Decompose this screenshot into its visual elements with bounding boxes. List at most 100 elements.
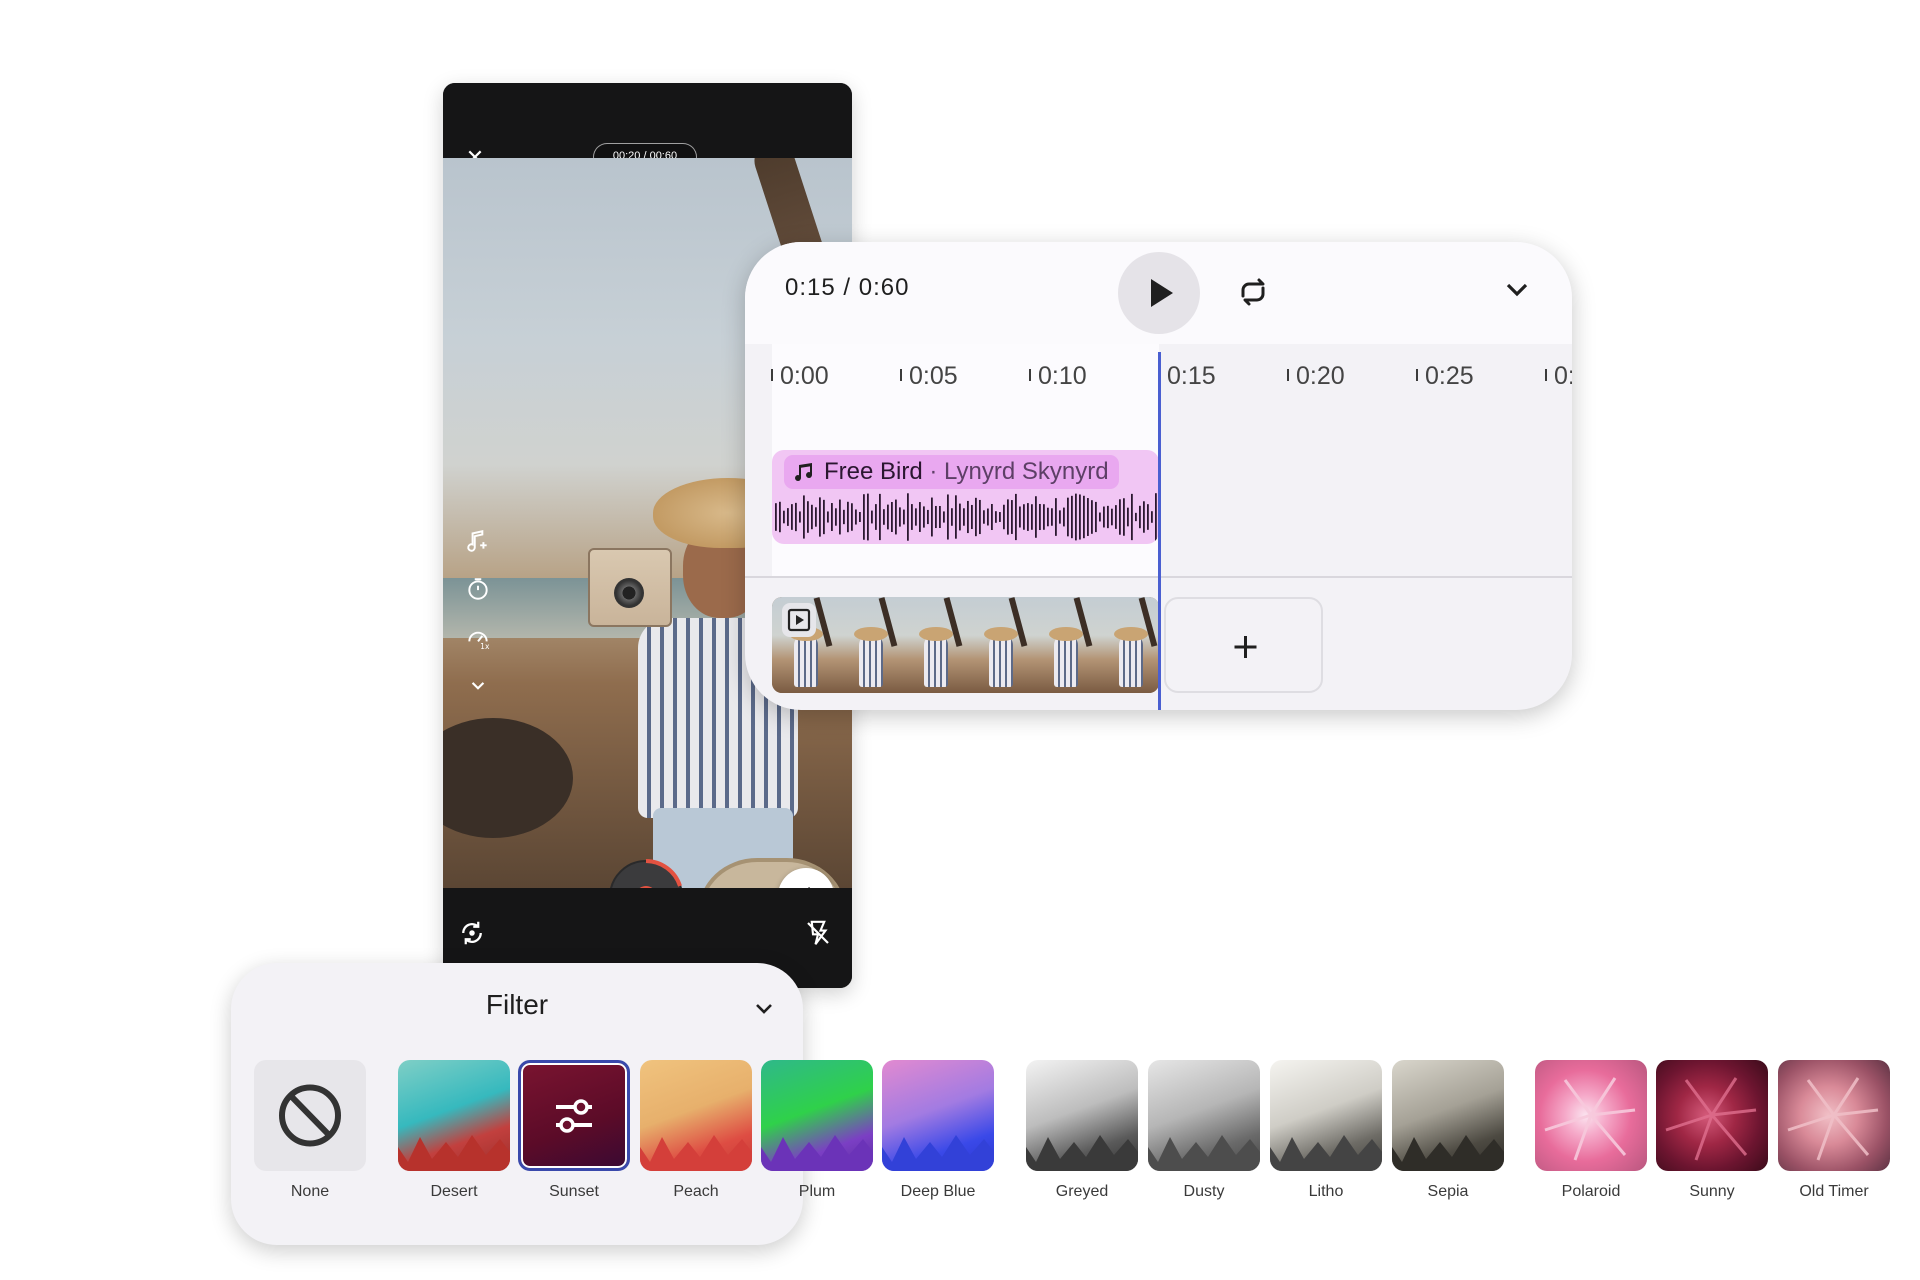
waveform-bar — [1111, 508, 1113, 526]
filter-preview-plants — [882, 1135, 994, 1171]
play-icon — [1151, 279, 1173, 307]
chevron-down-icon — [756, 1004, 772, 1014]
waveform-bar — [923, 506, 925, 528]
waveform-bar — [1103, 506, 1105, 528]
waveform-bar — [1099, 512, 1101, 522]
svg-text:1x: 1x — [480, 642, 490, 650]
filter-litho[interactable]: Litho — [1270, 1060, 1382, 1201]
chevron-down-icon — [1506, 283, 1528, 297]
ruler-label: 0:15 — [1167, 362, 1216, 390]
filter-collapse-button[interactable] — [749, 993, 779, 1023]
filter-deep-blue[interactable]: Deep Blue — [882, 1060, 994, 1201]
filter-sepia[interactable]: Sepia — [1392, 1060, 1504, 1201]
waveform-bar — [939, 505, 941, 529]
filter-name: Deep Blue — [900, 1183, 976, 1200]
no-filter-icon — [279, 1084, 341, 1147]
waveform-bar — [1151, 511, 1153, 523]
collapse-button[interactable] — [1499, 272, 1535, 308]
waveform-bar — [935, 505, 937, 529]
audio-clip[interactable]: Free Bird · Lynyrd Skynyrd — [772, 450, 1159, 544]
flip-camera-icon[interactable] — [457, 918, 487, 948]
waveform-bar — [1011, 500, 1013, 534]
filter-thumbnail — [1026, 1060, 1138, 1171]
waveform-bar — [1047, 507, 1049, 527]
filter-old-timer[interactable]: Old Timer — [1778, 1060, 1890, 1201]
waveform-bar — [843, 509, 845, 525]
filter-thumbnail — [882, 1060, 994, 1171]
filter-none[interactable]: None — [254, 1060, 366, 1201]
video-frame-thumbnail — [837, 597, 903, 693]
loop-button[interactable] — [1233, 272, 1273, 312]
filter-preview-plants — [1148, 1135, 1260, 1171]
filter-sunset[interactable]: Sunset — [518, 1060, 630, 1201]
waveform-bar — [807, 501, 809, 533]
filter-dusty[interactable]: Dusty — [1148, 1060, 1260, 1201]
waveform-bar — [927, 509, 929, 525]
waveform-bar — [959, 503, 961, 531]
video-clip[interactable] — [772, 597, 1159, 693]
flash-off-icon[interactable] — [803, 918, 833, 948]
waveform-bar — [911, 504, 913, 530]
waveform-bar — [783, 510, 785, 524]
timer-icon[interactable] — [465, 576, 491, 602]
record-button[interactable] — [607, 858, 685, 888]
add-clip-button[interactable] — [1164, 597, 1323, 693]
waveform-bar — [1023, 504, 1025, 530]
waveform-bar — [1063, 507, 1065, 527]
filter-preview-plants — [1392, 1135, 1504, 1171]
chevron-down-icon[interactable] — [465, 672, 491, 698]
waveform-bar — [931, 497, 933, 537]
waveform-bar — [791, 504, 793, 530]
next-button[interactable] — [778, 868, 834, 888]
waveform-bar — [1075, 493, 1077, 541]
filter-name: Sepia — [1427, 1183, 1469, 1200]
waveform-bar — [1107, 505, 1109, 529]
waveform-bar — [999, 512, 1001, 522]
waveform-bar — [899, 507, 901, 527]
playhead[interactable] — [1158, 352, 1161, 710]
filter-thumbnail — [518, 1060, 630, 1171]
music-add-icon[interactable] — [465, 528, 491, 554]
filter-thumbnail — [1656, 1060, 1768, 1171]
filter-plum[interactable]: Plum — [761, 1060, 873, 1201]
filter-greyed[interactable]: Greyed — [1026, 1060, 1138, 1201]
waveform-bar — [919, 502, 921, 532]
music-note-icon — [795, 463, 813, 482]
loop-icon — [1241, 278, 1265, 306]
waveform-bar — [983, 510, 985, 524]
filter-thumbnail — [761, 1060, 873, 1171]
waveform-bar — [799, 511, 801, 523]
waveform-bar — [847, 501, 849, 533]
filter-thumbnail — [1392, 1060, 1504, 1171]
play-button[interactable] — [1118, 252, 1200, 334]
waveform-bar — [1127, 507, 1129, 527]
filter-sunny[interactable]: Sunny — [1656, 1060, 1768, 1201]
side-toolbar: 1x — [465, 528, 495, 720]
waveform-bar — [907, 493, 909, 541]
waveform-bar — [903, 509, 905, 525]
waveform-bar — [975, 497, 977, 537]
waveform-bar — [879, 493, 881, 541]
filter-preview-plants — [1270, 1135, 1382, 1171]
audio-separator: · — [922, 458, 945, 485]
waveform-bar — [875, 504, 877, 530]
waveform-bar — [1095, 501, 1097, 533]
filter-peach[interactable]: Peach — [640, 1060, 752, 1201]
filter-name: Greyed — [1055, 1183, 1109, 1200]
filter-name: Sunny — [1689, 1183, 1735, 1200]
filter-thumbnail — [1270, 1060, 1382, 1171]
waveform-bar — [995, 511, 997, 523]
speed-icon[interactable]: 1x — [465, 624, 491, 650]
video-frame-thumbnail — [1032, 597, 1098, 693]
waveform-bar — [1039, 503, 1041, 531]
filter-name: Litho — [1308, 1183, 1344, 1200]
filter-desert[interactable]: Desert — [398, 1060, 510, 1201]
flower-preview — [1665, 1077, 1757, 1161]
waveform-bar — [967, 500, 969, 534]
filter-thumbnail — [398, 1060, 510, 1171]
filter-polaroid[interactable]: Polaroid — [1535, 1060, 1647, 1201]
waveform-bar — [1115, 505, 1117, 529]
audio-clip-label: Free Bird · Lynyrd Skynyrd — [784, 455, 1119, 489]
filter-thumbnail — [640, 1060, 752, 1171]
waveform-bar — [859, 511, 861, 523]
